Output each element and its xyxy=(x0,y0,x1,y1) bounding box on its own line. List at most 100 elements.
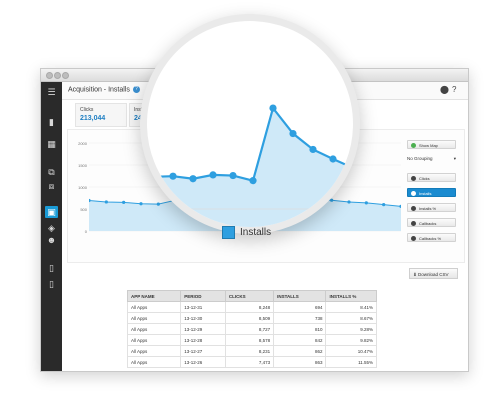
column-header[interactable]: CLICKS xyxy=(224,290,275,302)
magnifier-lens xyxy=(140,14,360,234)
window-close-dot[interactable] xyxy=(46,72,53,79)
table-cell: 13-12-28 xyxy=(180,334,226,346)
sidebar: ☰ ▮ ▦ ⧉ ⧈ ▣ ◈ ☻ ▯ ▯ xyxy=(41,82,62,371)
metric-button-clicks[interactable]: Clicks xyxy=(407,173,456,182)
help-icon[interactable]: ? xyxy=(452,85,456,94)
link-icon[interactable]: ⧉ xyxy=(45,166,58,178)
menu-icon[interactable]: ☰ xyxy=(45,86,58,98)
table-row[interactable]: All Apps 13-12-28 8,578 842 9.82% xyxy=(126,334,377,346)
metric-toggle-icon xyxy=(411,206,416,212)
column-header[interactable]: INSTALLS % xyxy=(325,290,377,302)
table-cell: 8.67% xyxy=(325,312,377,324)
grid-icon[interactable]: ▦ xyxy=(45,138,58,150)
table-cell: 8,509 xyxy=(224,312,275,324)
table-cell: 13-12-30 xyxy=(180,312,226,324)
metric-label: Callbacks % xyxy=(419,236,442,241)
table-cell: 8,248 xyxy=(224,301,275,313)
table-cell: All Apps xyxy=(126,312,182,324)
metric-button-callbacks[interactable]: Callbacks xyxy=(407,218,456,227)
zoom-data-point[interactable] xyxy=(329,155,337,163)
metric-button-installs[interactable]: Installs % xyxy=(407,203,456,212)
table-cell: 9.82% xyxy=(325,334,377,346)
zoom-data-point[interactable] xyxy=(189,175,197,183)
data-point[interactable] xyxy=(364,201,368,205)
table-cell: 10.47% xyxy=(325,345,377,357)
legend-swatch xyxy=(222,226,235,239)
window-icon[interactable]: ▣ xyxy=(45,206,58,218)
table-cell: 862 xyxy=(273,345,327,357)
column-header[interactable]: PERIOD xyxy=(180,290,226,302)
table-cell: 13-12-26 xyxy=(180,356,226,368)
table-cell: All Apps xyxy=(126,301,182,313)
zoom-data-point[interactable] xyxy=(229,171,237,180)
clicks-tile[interactable]: Clicks 213,044 xyxy=(75,103,127,127)
metric-toggle-icon xyxy=(411,176,416,182)
page-title: Acquisition - Installs? xyxy=(68,86,140,93)
metric-label: Installs % xyxy=(419,206,437,211)
metric-label: Installs xyxy=(419,191,432,196)
table-cell: All Apps xyxy=(126,356,182,368)
clicks-value: 213,044 xyxy=(80,115,106,122)
users-icon[interactable]: ☻ xyxy=(45,234,58,246)
metric-label: Clicks xyxy=(419,176,430,181)
y-tick-label: 1500 xyxy=(78,163,87,168)
y-tick-label: 500 xyxy=(80,207,87,212)
metric-label: Callbacks xyxy=(419,221,437,226)
data-point[interactable] xyxy=(104,200,108,204)
download-icon: ⬇ xyxy=(413,272,417,277)
table-row[interactable]: All Apps 13-12-29 8,727 810 9.28% xyxy=(126,323,377,335)
column-header[interactable]: APP NAME xyxy=(126,290,182,302)
download-csv-button[interactable]: ⬇ Download CSV xyxy=(409,268,458,279)
table-cell: 810 xyxy=(273,323,327,335)
y-tick-label: 2000 xyxy=(78,141,87,146)
clicks-label: Clicks xyxy=(80,107,94,113)
metric-button-installs[interactable]: Installs xyxy=(407,188,456,197)
zoom-data-point[interactable] xyxy=(169,172,177,180)
table-cell: All Apps xyxy=(126,323,182,335)
table-row[interactable]: All Apps 13-12-31 8,248 694 8.41% xyxy=(126,301,377,313)
y-tick-label: 1000 xyxy=(78,185,87,190)
zoom-data-point[interactable] xyxy=(309,145,317,154)
zoom-data-point[interactable] xyxy=(269,104,277,112)
table-cell: 9.28% xyxy=(325,323,377,335)
phone-icon[interactable]: ▯ xyxy=(45,278,58,290)
legend-label: Installs xyxy=(240,227,272,239)
data-point[interactable] xyxy=(139,202,143,206)
metric-toggle-icon xyxy=(411,221,416,227)
data-point[interactable] xyxy=(382,203,386,207)
table-cell: 8,231 xyxy=(224,345,275,357)
zoom-data-point[interactable] xyxy=(209,171,217,179)
android-icon[interactable]: ◈ xyxy=(45,222,58,234)
table-cell: 694 xyxy=(273,301,327,313)
window-minimize-dot[interactable] xyxy=(54,72,61,79)
bar-chart-icon[interactable]: ▮ xyxy=(45,116,58,128)
zoom-data-point[interactable] xyxy=(149,173,157,181)
y-tick-label: 0 xyxy=(84,229,87,234)
table-row[interactable]: All Apps 13-12-27 8,231 862 10.47% xyxy=(126,345,377,357)
table-cell: All Apps xyxy=(126,345,182,357)
user-icon[interactable]: ⬤ xyxy=(440,85,449,94)
zoom-chart xyxy=(147,104,353,227)
zoom-data-point[interactable] xyxy=(249,177,257,185)
metric-toggle-icon xyxy=(411,236,416,242)
window-zoom-dot[interactable] xyxy=(62,72,69,79)
table-row[interactable]: All Apps 13-12-26 7,473 863 11.55% xyxy=(126,356,377,368)
table-cell: 738 xyxy=(273,312,327,324)
table-cell: 13-12-29 xyxy=(180,323,226,335)
table-cell: 13-12-31 xyxy=(180,301,226,313)
show-map-button[interactable]: Show Map xyxy=(407,140,456,149)
table-cell: 7,473 xyxy=(224,356,275,368)
grouping-select[interactable]: No Grouping ▾ xyxy=(407,154,456,163)
help-icon[interactable]: ? xyxy=(132,86,140,93)
puzzle-icon[interactable]: ⧈ xyxy=(45,180,58,192)
zoom-data-point[interactable] xyxy=(289,129,297,138)
globe-icon xyxy=(411,143,416,149)
metric-button-callbacks[interactable]: Callbacks % xyxy=(407,233,456,242)
table-row[interactable]: All Apps 13-12-30 8,509 738 8.67% xyxy=(126,312,377,324)
column-header[interactable]: INSTALLS xyxy=(273,290,327,302)
data-point[interactable] xyxy=(122,200,126,204)
table-cell: 8,578 xyxy=(224,334,275,346)
table-cell: 13-12-27 xyxy=(180,345,226,357)
metric-toggle-icon xyxy=(411,191,416,197)
device-icon[interactable]: ▯ xyxy=(45,262,58,274)
